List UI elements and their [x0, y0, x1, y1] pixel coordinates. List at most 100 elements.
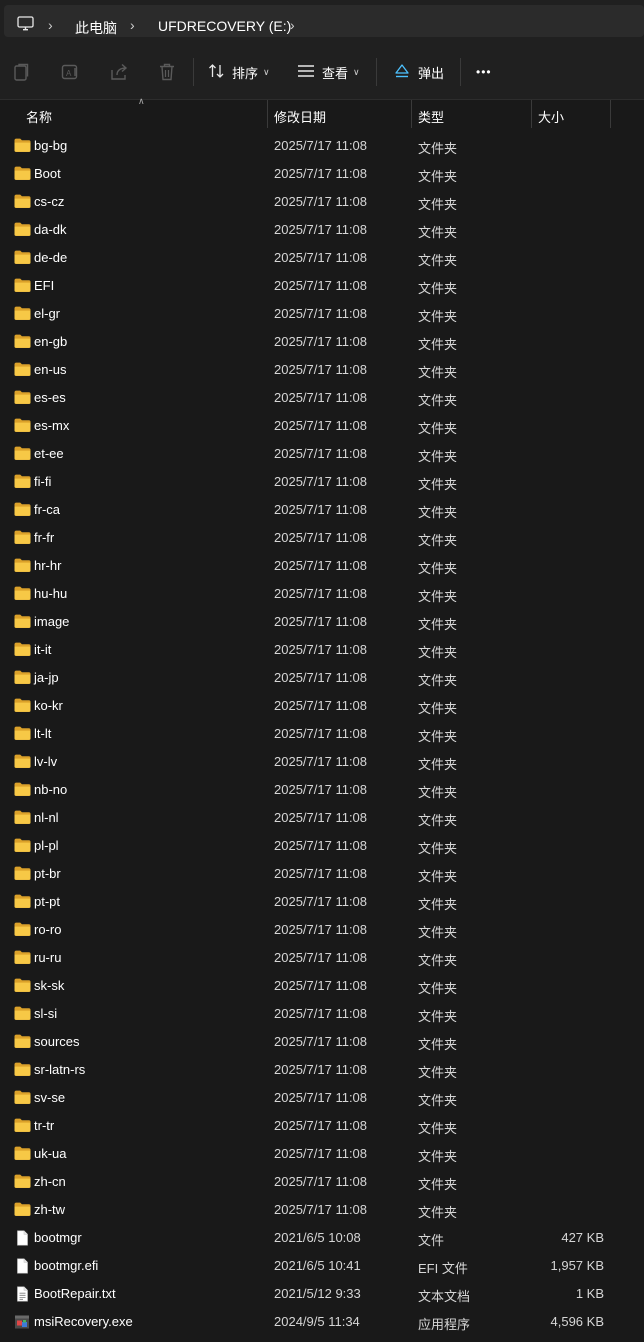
chevron-right-icon: › [130, 17, 135, 33]
file-date: 2025/7/17 11:08 [274, 222, 368, 237]
more-options-button[interactable]: ••• [476, 60, 492, 84]
file-row[interactable]: msiRecovery.exe 2024/9/5 11:34 应用程序 4,596 K… [0, 1307, 644, 1335]
file-row[interactable]: lv-lv 2025/7/17 11:08 文件夹 [0, 747, 644, 775]
file-row[interactable]: tr-tr 2025/7/17 11:08 文件夹 [0, 1111, 644, 1139]
file-name: hu-hu [34, 586, 68, 601]
file-name: it-it [34, 642, 52, 657]
file-type: 文件夹 [418, 1009, 458, 1024]
column-divider[interactable] [267, 100, 268, 128]
file-row[interactable]: bootmgr.efi 2021/6/5 10:41 EFI 文件 1,957 KB [0, 1251, 644, 1279]
copy-icon[interactable] [13, 62, 33, 82]
eject-button[interactable]: 弹出 [394, 60, 444, 84]
file-row[interactable]: sr-latn-rs 2025/7/17 11:08 文件夹 [0, 1055, 644, 1083]
file-name: pt-br [34, 866, 61, 881]
file-name: tr-tr [34, 1118, 55, 1133]
file-row[interactable]: sv-se 2025/7/17 11:08 文件夹 [0, 1083, 644, 1111]
file-row[interactable]: uk-ua 2025/7/17 11:08 文件夹 [0, 1139, 644, 1167]
file-icon [14, 1258, 31, 1274]
file-date: 2025/7/17 11:08 [274, 754, 368, 769]
file-row[interactable]: bootmgr 2021/6/5 10:08 文件 427 KB [0, 1223, 644, 1251]
file-row[interactable]: Boot 2025/7/17 11:08 文件夹 [0, 159, 644, 187]
file-size: 1,957 KB [550, 1258, 605, 1273]
sort-button[interactable]: 排序 ∨ [208, 60, 270, 84]
file-row[interactable]: ru-ru 2025/7/17 11:08 文件夹 [0, 943, 644, 971]
column-header-size[interactable]: 大小 [538, 107, 564, 126]
file-row[interactable]: BootRepair.txt 2021/5/12 9:33 文本文档 1 KB [0, 1279, 644, 1307]
folder-icon [14, 306, 31, 320]
file-row[interactable]: lt-lt 2025/7/17 11:08 文件夹 [0, 719, 644, 747]
column-divider[interactable] [610, 100, 611, 128]
file-row[interactable]: sl-si 2025/7/17 11:08 文件夹 [0, 999, 644, 1027]
file-row[interactable]: fr-ca 2025/7/17 11:08 文件夹 [0, 495, 644, 523]
file-row[interactable]: fr-fr 2025/7/17 11:08 文件夹 [0, 523, 644, 551]
file-row[interactable]: en-gb 2025/7/17 11:08 文件夹 [0, 327, 644, 355]
file-row[interactable]: zh-tw 2025/7/17 11:08 文件夹 [0, 1195, 644, 1223]
file-date: 2025/7/17 11:08 [274, 586, 368, 601]
file-row[interactable]: en-us 2025/7/17 11:08 文件夹 [0, 355, 644, 383]
file-row[interactable]: de-de 2025/7/17 11:08 文件夹 [0, 243, 644, 271]
chevron-right-icon[interactable]: › [290, 17, 295, 33]
file-row[interactable]: cs-cz 2025/7/17 11:08 文件夹 [0, 187, 644, 215]
file-type: 文件夹 [418, 729, 458, 744]
file-type: 文件夹 [418, 477, 458, 492]
file-row[interactable]: image 2025/7/17 11:08 文件夹 [0, 607, 644, 635]
column-header-type[interactable]: 类型 [418, 107, 444, 126]
folder-icon [14, 1062, 31, 1076]
breadcrumb-item-this-pc[interactable]: 此电脑 [75, 18, 117, 38]
file-name: sl-si [34, 1006, 58, 1021]
file-row[interactable]: bg-bg 2025/7/17 11:08 文件夹 [0, 131, 644, 159]
breadcrumb[interactable]: › 此电脑 › UFDRECOVERY (E:) › [4, 5, 644, 37]
file-row[interactable]: hu-hu 2025/7/17 11:08 文件夹 [0, 579, 644, 607]
file-row[interactable]: es-es 2025/7/17 11:08 文件夹 [0, 383, 644, 411]
folder-icon [14, 474, 31, 488]
column-header-name[interactable]: 名称 [26, 107, 52, 126]
file-date: 2025/7/17 11:08 [274, 334, 368, 349]
file-type: 文件夹 [418, 841, 458, 856]
rename-icon[interactable]: A [61, 62, 81, 82]
computer-icon [17, 16, 34, 37]
folder-icon [14, 866, 31, 880]
file-row[interactable]: ro-ro 2025/7/17 11:08 文件夹 [0, 915, 644, 943]
folder-icon [14, 586, 31, 600]
file-row[interactable]: nb-no 2025/7/17 11:08 文件夹 [0, 775, 644, 803]
file-size: 4,596 KB [550, 1314, 605, 1329]
file-date: 2025/7/17 11:08 [274, 194, 368, 209]
sort-label: 排序 [232, 65, 259, 81]
share-icon[interactable] [109, 62, 129, 82]
file-size: 1 KB [575, 1286, 604, 1301]
delete-icon[interactable] [158, 62, 178, 82]
file-row[interactable]: da-dk 2025/7/17 11:08 文件夹 [0, 215, 644, 243]
folder-icon [14, 950, 31, 964]
view-button[interactable]: 查看 ∨ [297, 60, 360, 84]
file-row[interactable]: nl-nl 2025/7/17 11:08 文件夹 [0, 803, 644, 831]
file-row[interactable]: EFI 2025/7/17 11:08 文件夹 [0, 271, 644, 299]
file-name: lt-lt [34, 726, 52, 741]
folder-icon [14, 558, 31, 572]
file-row[interactable]: sources 2025/7/17 11:08 文件夹 [0, 1027, 644, 1055]
file-row[interactable]: ko-kr 2025/7/17 11:08 文件夹 [0, 691, 644, 719]
view-label: 查看 [322, 65, 349, 81]
file-row[interactable]: pt-pt 2025/7/17 11:08 文件夹 [0, 887, 644, 915]
file-row[interactable]: et-ee 2025/7/17 11:08 文件夹 [0, 439, 644, 467]
file-name: ro-ro [34, 922, 62, 937]
column-header-date[interactable]: 修改日期 [274, 107, 326, 126]
file-icon [14, 1230, 31, 1246]
file-row[interactable]: hr-hr 2025/7/17 11:08 文件夹 [0, 551, 644, 579]
file-type: 文件夹 [418, 1121, 458, 1136]
folder-icon [14, 810, 31, 824]
column-divider[interactable] [411, 100, 412, 128]
file-row[interactable]: ja-jp 2025/7/17 11:08 文件夹 [0, 663, 644, 691]
file-row[interactable]: pt-br 2025/7/17 11:08 文件夹 [0, 859, 644, 887]
file-row[interactable]: zh-cn 2025/7/17 11:08 文件夹 [0, 1167, 644, 1195]
file-date: 2025/7/17 11:08 [274, 698, 368, 713]
breadcrumb-item-drive[interactable]: UFDRECOVERY (E:) [158, 18, 291, 34]
file-row[interactable]: sk-sk 2025/7/17 11:08 文件夹 [0, 971, 644, 999]
file-row[interactable]: it-it 2025/7/17 11:08 文件夹 [0, 635, 644, 663]
file-type: 文件夹 [418, 1037, 458, 1052]
file-name: sr-latn-rs [34, 1062, 86, 1077]
file-row[interactable]: el-gr 2025/7/17 11:08 文件夹 [0, 299, 644, 327]
column-divider[interactable] [531, 100, 532, 128]
file-row[interactable]: pl-pl 2025/7/17 11:08 文件夹 [0, 831, 644, 859]
file-row[interactable]: fi-fi 2025/7/17 11:08 文件夹 [0, 467, 644, 495]
file-row[interactable]: es-mx 2025/7/17 11:08 文件夹 [0, 411, 644, 439]
